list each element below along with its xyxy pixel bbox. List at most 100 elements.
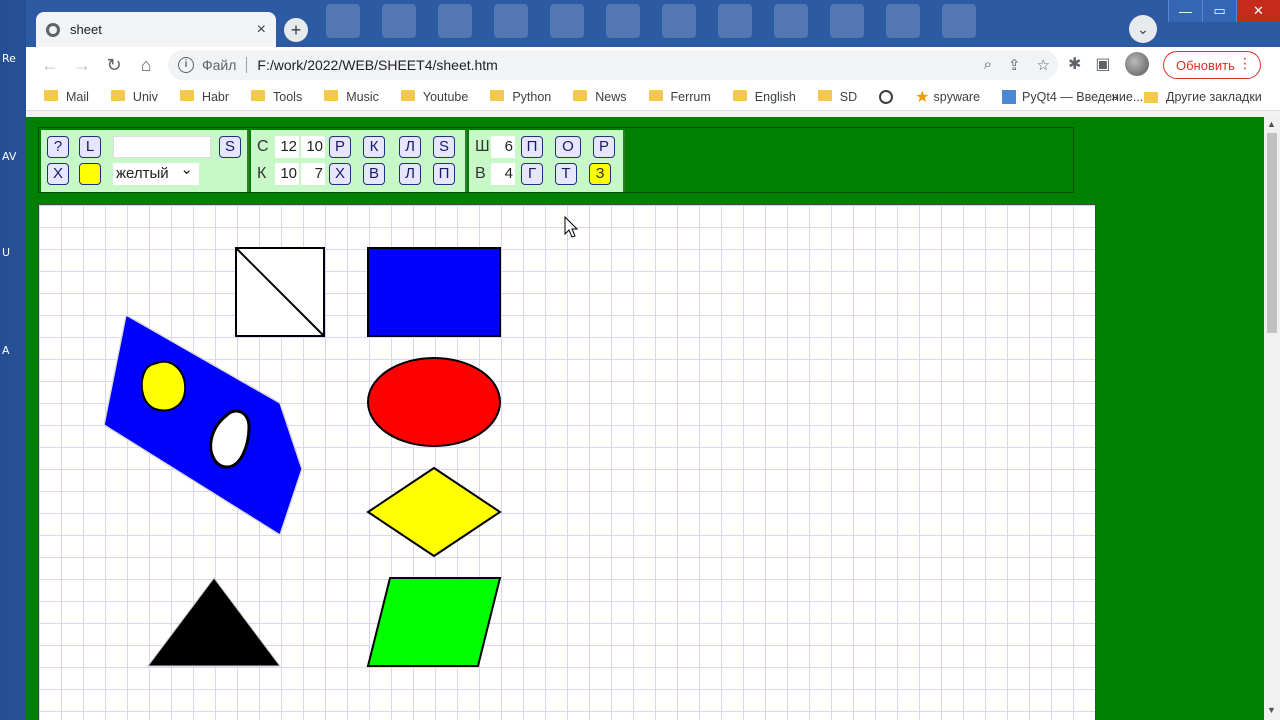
panel-file: ? L S Х желтый	[41, 130, 249, 192]
reload-button[interactable]: ↻	[98, 55, 130, 76]
shape-blue-polygon[interactable]	[103, 313, 303, 537]
back-button[interactable]: ←	[34, 55, 66, 76]
bookmark-folder[interactable]: Youtube	[400, 90, 468, 104]
s-button[interactable]: S	[433, 136, 455, 158]
minimize-button[interactable]: —	[1168, 0, 1202, 22]
desktop-icon	[718, 4, 752, 38]
bookmark-folder[interactable]: Habr	[179, 90, 229, 104]
desktop-icon	[326, 4, 360, 38]
info-icon[interactable]: i	[178, 57, 194, 73]
k-value-1[interactable]: 10	[275, 163, 299, 185]
bookmark-label: Mail	[66, 89, 89, 104]
drawing-sheet[interactable]	[38, 204, 1096, 720]
shape-blue-rectangle[interactable]	[367, 247, 501, 337]
tab-close-icon[interactable]: ×	[257, 21, 266, 39]
folder-icon	[251, 90, 266, 101]
bookmark-folder[interactable]: News	[573, 90, 627, 104]
folder-icon	[732, 90, 747, 101]
w-label: Ш	[475, 138, 490, 155]
scroll-down-arrow-icon[interactable]: ▼	[1267, 705, 1276, 715]
bookmark-label: PyQt4 — Введение...	[1022, 89, 1144, 104]
bookmark-pyqt[interactable]: PyQt4 — Введение...	[1002, 89, 1144, 104]
folder-icon	[648, 90, 663, 101]
tab-search-button[interactable]: ⌄	[1129, 15, 1157, 43]
zoom-icon[interactable]: ⌕	[984, 56, 992, 74]
save-button[interactable]: S	[219, 136, 241, 158]
address-bar[interactable]: i Файл F:/work/2022/WEB/SHEET4/sheet.htm…	[168, 50, 1058, 80]
page-scrollbar[interactable]: ▲ ▼	[1264, 117, 1280, 720]
shape-green-parallelogram[interactable]	[366, 577, 502, 667]
v-button[interactable]: В	[363, 163, 385, 185]
p3-g-button[interactable]: Г	[521, 163, 543, 185]
h-value[interactable]: 4	[491, 163, 515, 185]
bookmark-globe[interactable]	[879, 89, 894, 104]
browser-toolbar: ← → ↻ ⌂ i Файл F:/work/2022/WEB/SHEET4/s…	[26, 47, 1280, 83]
tab-sheet[interactable]: sheet ×	[36, 12, 276, 47]
globe-icon	[879, 89, 894, 104]
forward-button[interactable]: →	[66, 55, 98, 76]
globe-icon	[46, 22, 60, 37]
r-button[interactable]: Р	[329, 136, 351, 158]
new-tab-button[interactable]: +	[284, 18, 308, 42]
bookmark-folder[interactable]: Tools	[251, 90, 302, 104]
update-button[interactable]: Обновить ⋮	[1163, 51, 1261, 79]
p3-r-button[interactable]: Р	[593, 136, 615, 158]
mouse-cursor-icon	[564, 216, 578, 238]
l-button[interactable]: Л	[399, 136, 421, 158]
k-button[interactable]: К	[363, 136, 385, 158]
home-button[interactable]: ⌂	[130, 55, 162, 76]
x-button[interactable]: Х	[329, 163, 351, 185]
bookmark-star-icon[interactable]: ☆	[1037, 56, 1050, 74]
bookmark-folder[interactable]: Music	[324, 90, 379, 104]
help-button[interactable]: ?	[47, 136, 69, 158]
c-value-2[interactable]: 10	[301, 136, 325, 158]
bookmark-spyware[interactable]: ★ spyware	[915, 87, 980, 107]
tab-strip: sheet × + ⌄ — ▭ ✕	[26, 0, 1280, 47]
bookmark-folder[interactable]: Mail	[44, 90, 89, 104]
p3-z-button[interactable]: З	[589, 163, 611, 185]
color-select[interactable]: желтый	[113, 159, 199, 185]
bookmark-label: Tools	[273, 89, 303, 104]
bookmark-folder[interactable]: Ferrum	[648, 90, 711, 104]
l2-button[interactable]: Л	[399, 163, 421, 185]
load-button[interactable]: L	[79, 136, 101, 158]
filename-input[interactable]	[113, 136, 211, 158]
bookmark-folder[interactable]: English	[732, 90, 796, 104]
extensions-icon[interactable]: ✱	[1068, 54, 1081, 74]
p-button[interactable]: П	[433, 163, 455, 185]
profile-avatar[interactable]	[1124, 52, 1149, 76]
desktop-icon	[886, 4, 920, 38]
menu-kebab-icon[interactable]: ⋮	[1238, 55, 1252, 72]
bookmark-folder[interactable]: Python	[490, 90, 551, 104]
url-text[interactable]: F:/work/2022/WEB/SHEET4/sheet.htm	[257, 57, 497, 73]
bookmark-label: Другие закладки	[1166, 90, 1262, 104]
k-value-2[interactable]: 7	[301, 163, 325, 185]
bookmark-folder[interactable]: SD	[817, 90, 857, 104]
side-panel-icon[interactable]: ▣	[1095, 54, 1110, 74]
bookmark-label: Music	[346, 89, 379, 104]
bookmark-folder[interactable]: Univ	[110, 90, 158, 104]
shape-yellow-blob[interactable]	[140, 360, 187, 412]
color-swatch[interactable]	[79, 163, 101, 185]
desktop-icon	[606, 4, 640, 38]
maximize-button[interactable]: ▭	[1202, 0, 1236, 22]
desktop-icon	[942, 4, 976, 38]
c-value-1[interactable]: 12	[275, 136, 299, 158]
scroll-up-arrow-icon[interactable]: ▲	[1267, 119, 1276, 129]
other-bookmarks[interactable]: Другие закладки	[1144, 83, 1262, 111]
bookmarks-overflow-button[interactable]: »	[1111, 88, 1119, 104]
shape-red-ellipse[interactable]	[367, 357, 501, 447]
bookmark-label: Python	[512, 89, 552, 104]
p3-p-button[interactable]: П	[521, 136, 543, 158]
share-icon[interactable]: ⇪	[1008, 56, 1021, 74]
scroll-thumb[interactable]	[1267, 133, 1277, 333]
c-label: С	[257, 138, 269, 155]
shape-yellow-diamond[interactable]	[366, 466, 502, 558]
w-value[interactable]: 6	[491, 136, 515, 158]
p3-o-button[interactable]: О	[555, 136, 581, 158]
close-window-button[interactable]: ✕	[1236, 0, 1280, 22]
desktop-label: U	[2, 246, 11, 259]
clear-button[interactable]: Х	[47, 163, 69, 185]
p3-t-button[interactable]: Т	[555, 163, 577, 185]
shape-black-triangle[interactable]	[147, 577, 281, 667]
